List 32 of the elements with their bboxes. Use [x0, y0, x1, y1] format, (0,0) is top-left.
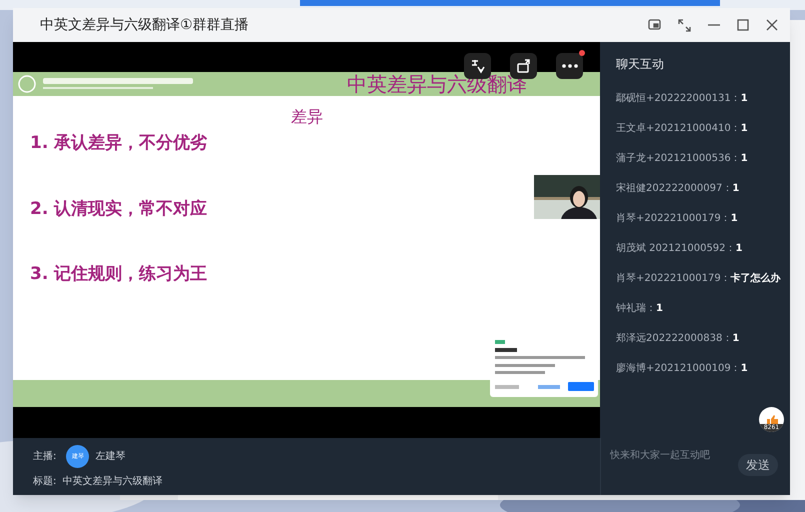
host-name: 左建琴: [95, 450, 126, 464]
maximize-icon[interactable]: [737, 19, 749, 31]
chat-title: 聊天互动: [616, 56, 665, 73]
live-title: 中英文差异与六级翻译: [62, 474, 162, 488]
translate-icon: [470, 58, 486, 74]
picture-in-picture-icon[interactable]: [648, 19, 661, 31]
chat-message: 肖琴+202221000179：1: [616, 212, 739, 226]
chat-message: 郑泽远202222000838：1: [616, 332, 740, 346]
title-label: 标题:: [33, 474, 56, 488]
close-icon[interactable]: [766, 19, 778, 31]
chat-message: 钟礼瑞：1: [616, 302, 664, 316]
slide-point: 3. 记住规则，练习为王: [30, 263, 208, 286]
video-control-button[interactable]: [556, 53, 583, 79]
send-button[interactable]: 发送: [738, 454, 778, 476]
expand-icon[interactable]: [678, 18, 691, 32]
minimize-icon[interactable]: [708, 24, 720, 26]
chat-input[interactable]: 快来和大家一起互动吧: [610, 448, 730, 463]
chat-message: 胡茂斌 202121000592：1: [616, 242, 744, 256]
more-icon: [562, 64, 578, 68]
window-title: 中英文差异与六级翻译①群群直播: [40, 16, 250, 34]
chat-message: 肖琴+202221000179：卡了怎么办: [616, 272, 782, 286]
chat-message: 蒲子龙+202121000536：1: [616, 152, 749, 166]
host-label: 主播:: [33, 450, 56, 464]
slide-subtitle: 差异: [291, 106, 323, 128]
chat-message: 王文卓+202121000410：1: [616, 122, 749, 136]
thumbs-up-icon: [766, 415, 778, 424]
slide-point: 2. 认清现实，常不对应: [30, 198, 208, 220]
slide-point: 1. 承认差异，不分优劣: [30, 132, 208, 155]
rotate-screen-icon: [516, 58, 532, 74]
chat-message: 廖海博+202121000109：1: [616, 362, 749, 376]
chat-message: 鄢砚恒+202222000131：1: [616, 92, 749, 106]
chat-message: 宋祖健202222000097：1: [616, 182, 740, 196]
